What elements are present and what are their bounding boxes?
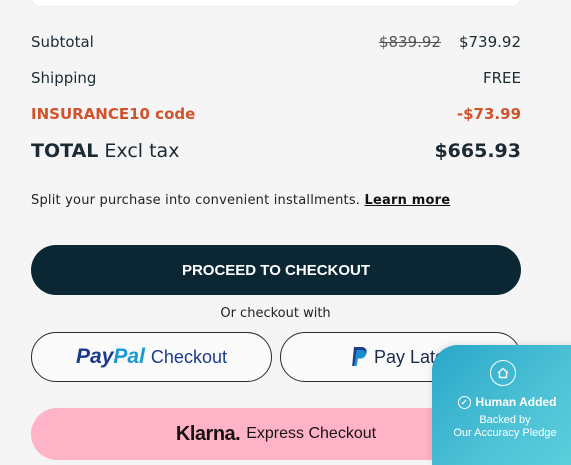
discount-code-label: INSURANCE10 code <box>31 105 196 123</box>
subtotal-row: Subtotal $839.92 $739.92 <box>31 32 521 52</box>
installments-text: Split your purchase into convenient inst… <box>31 193 361 208</box>
paypal-checkout-label: Checkout <box>150 346 227 367</box>
top-card-edge <box>31 0 521 6</box>
subtotal-label: Subtotal <box>31 33 94 51</box>
shipping-value: FREE <box>482 69 521 87</box>
subtotal-values: $839.92 $739.92 <box>379 33 521 51</box>
paypal-logo-pay: Pay <box>76 345 114 368</box>
badge-line-2: Our Accuracy Pledge <box>453 427 557 439</box>
paypal-p-icon <box>352 347 367 366</box>
total-value: $665.93 <box>434 140 521 162</box>
or-checkout-with-text: Or checkout with <box>220 306 331 321</box>
badge-title: Human Added <box>475 395 557 409</box>
accuracy-pledge-badge[interactable]: ✓ Human Added Backed by Our Accuracy Ple… <box>432 345 571 465</box>
learn-more-link[interactable]: Learn more <box>364 193 450 208</box>
badge-line-1: Backed by <box>479 414 531 426</box>
klarna-checkout-label: Express Checkout <box>246 425 377 442</box>
badge-title-row: ✓ Human Added <box>432 395 571 409</box>
total-tax-note: Excl tax <box>104 140 180 162</box>
paypal-checkout-button[interactable]: PayPal Checkout <box>31 332 272 382</box>
installments-note: Split your purchase into convenient inst… <box>31 193 450 208</box>
shipping-label: Shipping <box>31 69 97 87</box>
paypal-logo: PayPal <box>76 345 145 369</box>
klarna-logo: Klarna. <box>175 422 241 445</box>
check-circle-icon: ✓ <box>457 395 471 409</box>
discount-code-row: INSURANCE10 code -$73.99 <box>31 104 521 124</box>
paypal-logo-pal: Pal <box>113 345 145 368</box>
discount-code-value: -$73.99 <box>456 105 521 123</box>
subtotal-old-price: $839.92 <box>378 33 441 51</box>
subtotal-new-price: $739.92 <box>458 33 521 51</box>
total-row: TOTAL Excl tax $665.93 <box>31 138 521 164</box>
shipping-row: Shipping FREE <box>31 68 521 88</box>
proceed-to-checkout-button[interactable]: PROCEED TO CHECKOUT <box>31 245 521 295</box>
total-label-group: TOTAL Excl tax <box>31 140 179 162</box>
home-icon <box>490 360 516 386</box>
total-label: TOTAL <box>31 140 99 162</box>
